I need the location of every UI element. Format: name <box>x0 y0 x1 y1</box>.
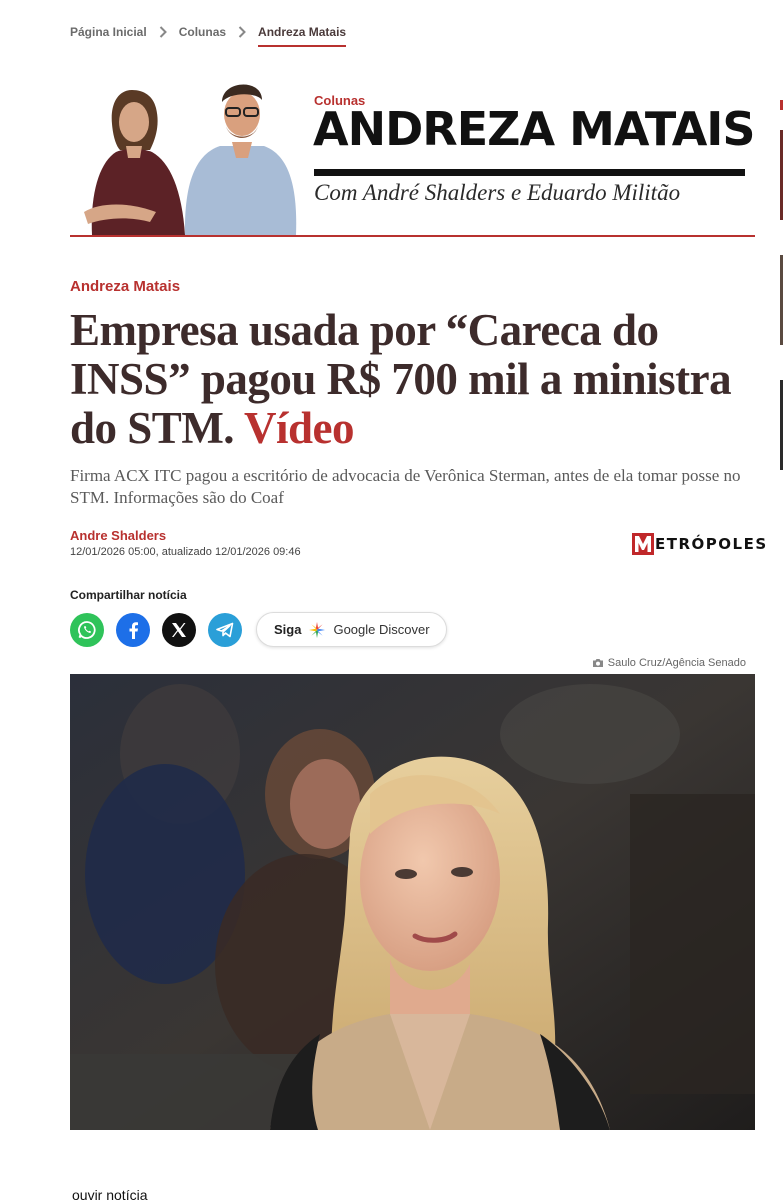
article-photo <box>70 674 755 1130</box>
breadcrumb-current[interactable]: Andreza Matais <box>258 25 347 47</box>
column-contributors: Com André Shalders e Eduardo Militão <box>314 180 681 205</box>
metropoles-wordmark: ETRÓPOLES <box>655 535 768 553</box>
photo-credit-text: Saulo Cruz/Agência Senado <box>607 657 746 669</box>
article-section-label[interactable]: Andreza Matais <box>70 278 180 295</box>
columnists-portrait-image <box>84 84 297 235</box>
telegram-icon <box>216 622 234 637</box>
listen-article-button[interactable]: ouvir notícia <box>72 1187 147 1200</box>
breadcrumb-home[interactable]: Página Inicial <box>70 25 147 39</box>
article-headline: Empresa usada por “Careca do INSS” pagou… <box>70 306 760 453</box>
column-title: ANDREZA MATAIS <box>313 102 756 156</box>
share-bar: Siga Google Discover <box>70 612 447 647</box>
breadcrumb-columns[interactable]: Colunas <box>179 25 226 39</box>
metropoles-logo: ETRÓPOLES <box>632 533 768 555</box>
share-x-button[interactable] <box>162 612 196 647</box>
byline: Andre Shalders 12/01/2026 05:00, atualiz… <box>70 528 301 558</box>
breadcrumb: Página Inicial Colunas Andreza Matais <box>70 20 347 47</box>
author-link[interactable]: Andre Shalders <box>70 528 301 543</box>
share-telegram-button[interactable] <box>208 612 242 647</box>
headline-text: Empresa usada por “Careca do INSS” pagou… <box>70 305 732 453</box>
google-discover-icon <box>309 621 326 638</box>
follow-google-discover-button[interactable]: Siga Google Discover <box>256 612 447 647</box>
x-icon <box>172 622 186 637</box>
facebook-icon <box>129 621 138 639</box>
share-facebook-button[interactable] <box>116 612 150 647</box>
publish-dates: 12/01/2026 05:00, atualizado 12/01/2026 … <box>70 546 301 558</box>
follow-label: Google Discover <box>333 622 430 637</box>
photo-credit: Saulo Cruz/Agência Senado <box>592 657 746 669</box>
camera-icon <box>592 659 603 667</box>
share-title: Compartilhar notícia <box>70 588 187 602</box>
share-whatsapp-button[interactable] <box>70 612 104 647</box>
whatsapp-icon <box>78 620 96 639</box>
chevron-right-icon <box>159 26 167 38</box>
follow-prefix: Siga <box>274 622 302 637</box>
chevron-right-icon <box>238 26 246 38</box>
article-subtitle: Firma ACX ITC pagou a escritório de advo… <box>70 466 741 507</box>
column-title-rule <box>314 169 745 176</box>
metropoles-m-icon <box>632 533 654 555</box>
column-header: Colunas ANDREZA MATAIS Com André Shalder… <box>70 62 756 237</box>
headline-video-tag: Vídeo <box>243 403 355 453</box>
